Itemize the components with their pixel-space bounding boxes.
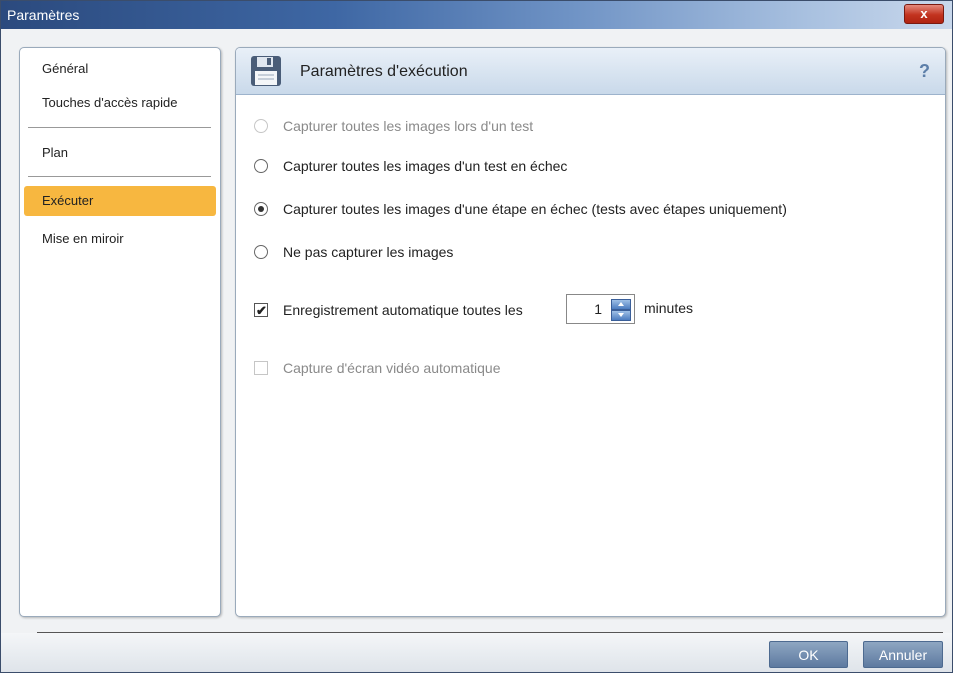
- radio-no-capture[interactable]: [254, 245, 268, 259]
- close-icon: x: [920, 6, 928, 21]
- sidebar-item-general[interactable]: Général: [24, 54, 216, 84]
- sidebar-item-plan[interactable]: Plan: [24, 138, 216, 168]
- autosave-minutes-stepper[interactable]: 1: [566, 294, 635, 324]
- radio-capture-failed-test[interactable]: [254, 159, 268, 173]
- sidebar-item-shortcuts[interactable]: Touches d'accès rapide: [24, 88, 216, 118]
- floppy-disk-icon: [251, 56, 281, 86]
- stepper-up-button[interactable]: [611, 299, 631, 310]
- close-button[interactable]: x: [904, 4, 944, 24]
- option-capture-all-test: Capturer toutes les images lors d'un tes…: [254, 116, 854, 136]
- radio-capture-all-test[interactable]: [254, 119, 268, 133]
- autosave-label: Enregistrement automatique toutes les: [283, 302, 523, 318]
- title-bar[interactable]: Paramètres x: [1, 1, 952, 29]
- option-label: Capturer toutes les images d'une étape e…: [283, 201, 787, 217]
- cancel-button[interactable]: Annuler: [863, 641, 943, 668]
- video-capture-label: Capture d'écran vidéo automatique: [283, 360, 501, 376]
- option-capture-failed-test: Capturer toutes les images d'un test en …: [254, 156, 854, 176]
- option-autosave: ✔ Enregistrement automatique toutes les: [254, 300, 564, 320]
- sidebar-item-mirroring[interactable]: Mise en miroir: [24, 224, 216, 254]
- autosave-checkbox[interactable]: ✔: [254, 303, 268, 318]
- window-title: Paramètres: [7, 7, 80, 23]
- option-label: Ne pas capturer les images: [283, 244, 454, 260]
- panel-header: Paramètres d'exécution ?: [236, 48, 945, 95]
- settings-sidebar: Général Touches d'accès rapide Plan Exéc…: [19, 47, 221, 617]
- stepper-value[interactable]: 1: [594, 301, 602, 317]
- sidebar-divider: [28, 127, 211, 128]
- minutes-unit-label: minutes: [644, 300, 694, 316]
- settings-window: Paramètres x Général Touches d'accès rap…: [0, 0, 953, 673]
- radio-capture-failed-step[interactable]: [254, 202, 268, 216]
- help-icon[interactable]: ?: [919, 61, 935, 82]
- sidebar-divider: [28, 176, 211, 177]
- option-label: Capturer toutes les images lors d'un tes…: [283, 118, 534, 134]
- video-capture-checkbox[interactable]: [254, 361, 268, 375]
- option-no-capture: Ne pas capturer les images: [254, 242, 854, 262]
- option-capture-failed-step: Capturer toutes les images d'une étape e…: [254, 199, 914, 219]
- ok-button[interactable]: OK: [769, 641, 848, 668]
- checkmark-icon: ✔: [256, 303, 267, 318]
- stepper-down-button[interactable]: [611, 310, 631, 321]
- option-video-capture: Capture d'écran vidéo automatique: [254, 358, 854, 378]
- option-label: Capturer toutes les images d'un test en …: [283, 158, 568, 174]
- sidebar-item-execute[interactable]: Exécuter: [24, 186, 216, 216]
- panel-title: Paramètres d'exécution: [300, 63, 468, 80]
- execution-settings-panel: Paramètres d'exécution ? Capturer toutes…: [235, 47, 946, 617]
